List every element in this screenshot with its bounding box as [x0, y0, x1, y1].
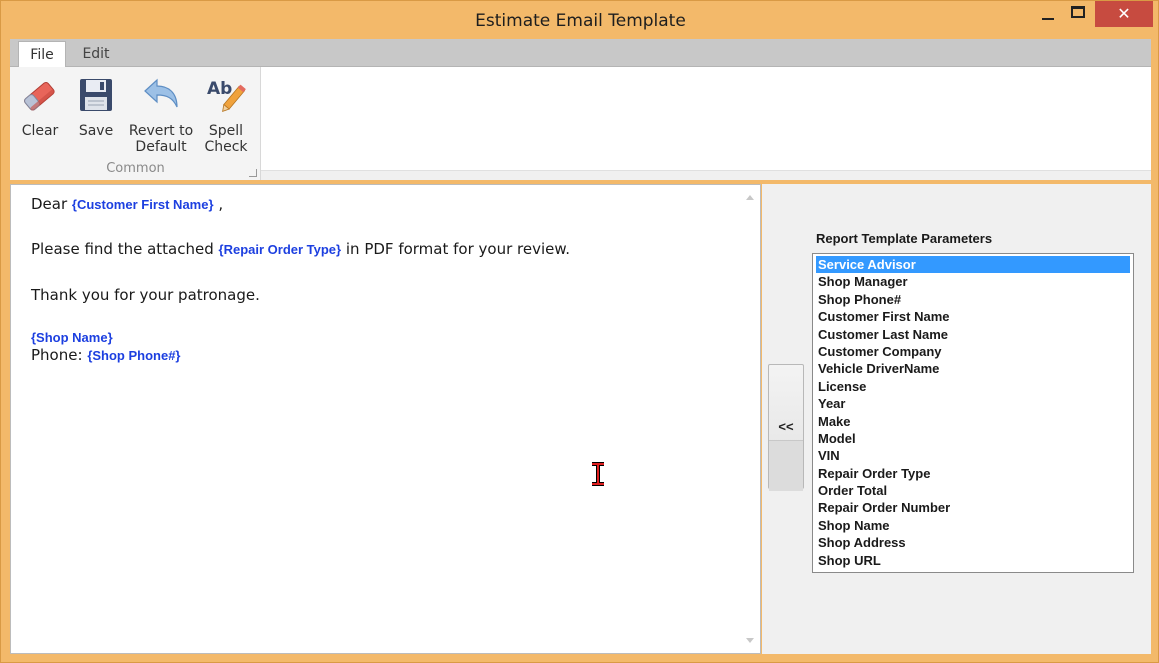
- ribbon-group-label: Common: [106, 161, 165, 176]
- scroll-down-arrow-icon[interactable]: [746, 638, 754, 643]
- ribbon-footer-strip: [261, 170, 1151, 180]
- maximize-button[interactable]: [1061, 1, 1095, 27]
- svg-text:Ab: Ab: [207, 79, 232, 99]
- ribbon-empty-area: [261, 67, 1151, 170]
- parameter-list-item[interactable]: Shop Address: [816, 534, 1130, 551]
- title-bar: Estimate Email Template ✕: [1, 1, 1159, 39]
- insert-parameter-button[interactable]: <<: [768, 364, 804, 491]
- parameter-list-item[interactable]: Repair Order Type: [816, 465, 1130, 482]
- body-text-prefix: Please find the attached: [31, 240, 214, 258]
- close-button[interactable]: ✕: [1095, 1, 1153, 27]
- tab-file[interactable]: File: [18, 41, 66, 68]
- parameter-list-item[interactable]: Year: [816, 395, 1130, 412]
- parameters-panel: << Report Template Parameters Service Ad…: [762, 184, 1151, 654]
- parameter-list-item[interactable]: Shop Phone#: [816, 291, 1130, 308]
- parameter-list-item[interactable]: Repair Order Number: [816, 499, 1130, 516]
- insert-button-label: <<: [778, 419, 794, 434]
- parameter-list-item[interactable]: Shop Manager: [816, 273, 1130, 290]
- body-text-suffix: in PDF format for your review.: [345, 240, 571, 258]
- editor-line-phone: Phone: {Shop Phone#}: [31, 346, 181, 364]
- parameter-list-item[interactable]: License: [816, 378, 1130, 395]
- parameters-listbox[interactable]: Service Advisor Shop Manager Shop Phone# Cu…: [812, 253, 1134, 573]
- spell-check-icon: Ab: [207, 79, 246, 113]
- editor-line-shop-name: {Shop Name}: [31, 328, 113, 346]
- app-window: Estimate Email Template ✕ File Edit Clea…: [0, 0, 1159, 663]
- minimize-icon: [1042, 18, 1054, 20]
- editor-line-thanks: Thank you for your patronage.: [31, 286, 260, 304]
- parameter-list-item[interactable]: Vehicle DriverName: [816, 360, 1130, 377]
- editor-line-greeting: Dear {Customer First Name} ,: [31, 195, 223, 213]
- parameter-list-item[interactable]: Customer First Name: [816, 308, 1130, 325]
- parameter-list-item[interactable]: VIN: [816, 447, 1130, 464]
- greeting-suffix: ,: [218, 195, 224, 213]
- window-title: Estimate Email Template: [475, 11, 686, 31]
- revert-button-label: Revert to Default: [128, 123, 194, 155]
- parameter-list-item[interactable]: Shop URL: [816, 552, 1130, 569]
- greeting-text: Dear: [31, 195, 68, 213]
- scroll-up-arrow-icon[interactable]: [746, 195, 754, 200]
- minimize-button[interactable]: [1031, 1, 1065, 27]
- save-button[interactable]: Save: [76, 73, 116, 157]
- editor-line-body: Please find the attached {Repair Order T…: [31, 240, 570, 258]
- email-template-editor[interactable]: Dear {Customer First Name} , Please find…: [10, 184, 761, 654]
- parameter-list-item[interactable]: Customer Company: [816, 343, 1130, 360]
- group-dialog-launcher-icon[interactable]: [249, 169, 257, 177]
- tab-edit[interactable]: Edit: [72, 41, 120, 68]
- revert-to-default-button[interactable]: Revert to Default: [128, 73, 194, 157]
- parameter-list-item[interactable]: Service Advisor: [816, 256, 1130, 274]
- thanks-text: Thank you for your patronage.: [31, 286, 260, 304]
- parameter-list-item[interactable]: Model: [816, 430, 1130, 447]
- parameter-list-item[interactable]: Customer Last Name: [816, 326, 1130, 343]
- clear-button-label: Clear: [21, 123, 59, 139]
- ribbon-panel: Clear Save Revert to Default Ab Spell Ch…: [10, 67, 1151, 180]
- spell-check-button-label: Spell Check: [204, 123, 248, 155]
- save-button-label: Save: [78, 123, 114, 139]
- parameter-list-item[interactable]: Make: [816, 413, 1130, 430]
- undo-arrow-icon: [144, 78, 178, 108]
- parameter-list-item[interactable]: Order Total: [816, 482, 1130, 499]
- phone-label: Phone:: [31, 346, 83, 364]
- close-icon: ✕: [1117, 6, 1131, 23]
- maximize-icon: [1071, 6, 1085, 18]
- field-token[interactable]: {Repair Order Type}: [219, 242, 342, 257]
- spell-check-button[interactable]: Ab Spell Check: [204, 73, 248, 157]
- parameters-label: Report Template Parameters: [816, 231, 993, 246]
- eraser-icon: [24, 81, 55, 111]
- floppy-disk-icon: [80, 79, 112, 111]
- text-cursor-icon: [592, 462, 604, 486]
- field-token[interactable]: {Shop Phone#}: [87, 348, 180, 363]
- field-token[interactable]: {Shop Name}: [31, 330, 113, 345]
- clear-button[interactable]: Clear: [18, 73, 62, 157]
- ribbon-group-common: Clear Save Revert to Default Ab Spell Ch…: [10, 67, 261, 180]
- field-token[interactable]: {Customer First Name}: [72, 197, 214, 212]
- parameter-list-item[interactable]: Shop Name: [816, 517, 1130, 534]
- ribbon-tab-bar: File Edit: [10, 39, 1151, 68]
